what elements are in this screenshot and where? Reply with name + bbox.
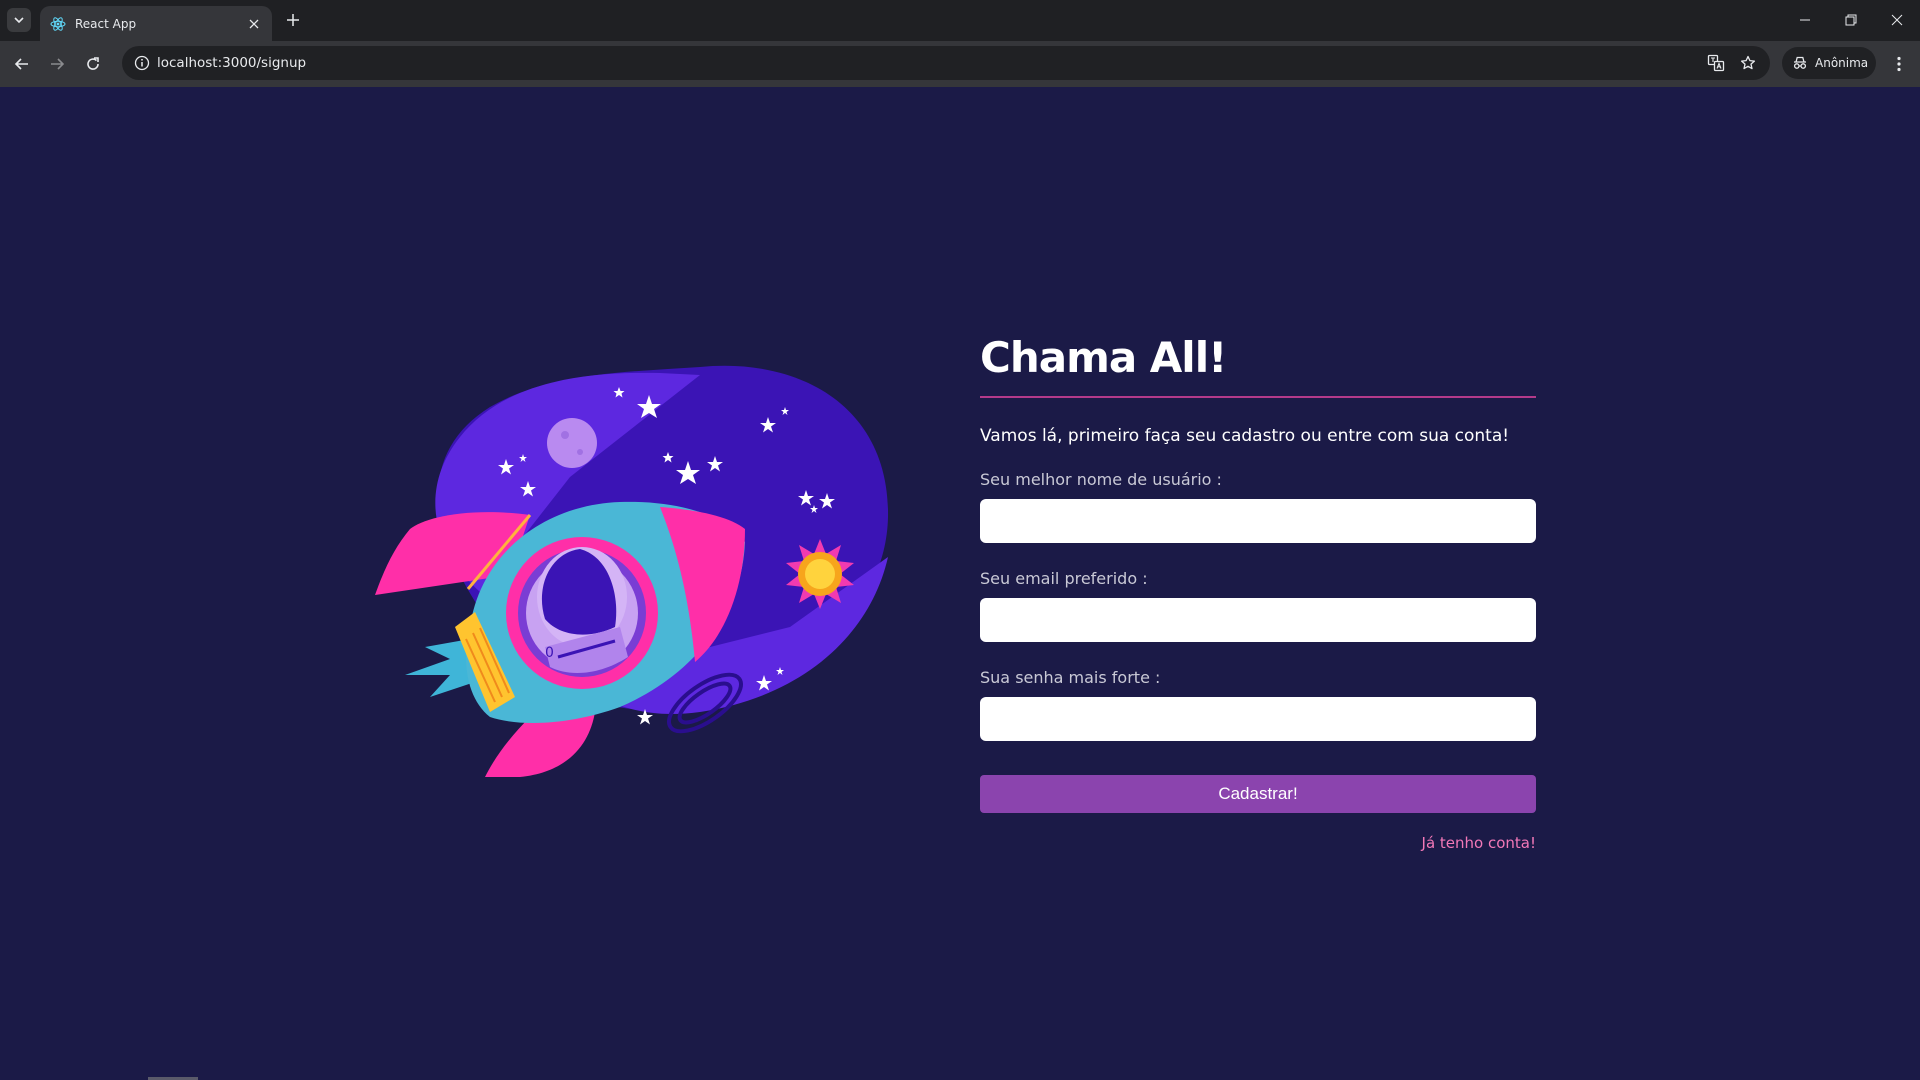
new-tab-button[interactable] [282, 9, 304, 31]
close-icon [249, 19, 259, 28]
site-info-button[interactable] [130, 51, 154, 75]
password-input[interactable] [980, 697, 1536, 741]
title-divider [980, 396, 1536, 398]
svg-text:0: 0 [545, 645, 554, 661]
bookmark-button[interactable] [1736, 51, 1760, 75]
profile-button[interactable]: Anônima [1782, 47, 1876, 79]
close-icon [1891, 14, 1903, 26]
profile-label: Anônima [1815, 56, 1869, 70]
close-window-button[interactable] [1874, 0, 1920, 40]
browser-tabstrip: React App [0, 0, 1920, 41]
back-button[interactable] [9, 51, 35, 77]
login-link-row: Já tenho conta! [980, 833, 1536, 852]
chevron-down-icon [14, 17, 24, 24]
arrow-left-icon [14, 58, 28, 70]
tab-search-button[interactable] [7, 8, 31, 32]
tab-title: React App [75, 16, 137, 31]
reload-icon [87, 57, 99, 70]
browser-toolbar: localhost:3000/signup Anônima [0, 41, 1920, 87]
incognito-icon [1793, 56, 1807, 69]
username-label: Seu melhor nome de usuário : [980, 470, 1222, 489]
translate-button[interactable] [1704, 51, 1728, 75]
url-text: localhost:3000/signup [157, 55, 307, 71]
email-input[interactable] [980, 598, 1536, 642]
browser-menu-button[interactable] [1886, 51, 1912, 77]
signup-button[interactable]: Cadastrar! [980, 775, 1536, 813]
react-icon [50, 16, 66, 32]
info-icon [134, 55, 150, 71]
signup-form: Chama All! Vamos lá, primeiro faça seu c… [980, 332, 1536, 852]
restore-button[interactable] [1828, 0, 1874, 40]
restore-icon [1845, 14, 1857, 26]
plus-icon [287, 14, 299, 26]
browser-tab[interactable]: React App [40, 6, 272, 41]
star-icon [1740, 55, 1756, 70]
signup-page: 0 Chama All! Vamos lá, primeiro faça seu… [0, 87, 1920, 1080]
minimize-button[interactable] [1782, 0, 1828, 40]
password-label: Sua senha mais forte : [980, 668, 1161, 687]
forward-button[interactable] [44, 51, 70, 77]
signup-subtitle: Vamos lá, primeiro faça seu cadastro ou … [980, 426, 1510, 446]
more-vertical-icon [1897, 56, 1901, 72]
username-input[interactable] [980, 499, 1536, 543]
translate-icon [1707, 54, 1725, 72]
minimize-icon [1800, 19, 1810, 21]
arrow-right-icon [51, 58, 65, 70]
login-link[interactable]: Já tenho conta! [1422, 834, 1536, 852]
page-title: Chama All! [980, 333, 1227, 382]
tab-close-button[interactable] [246, 16, 262, 32]
address-bar[interactable]: localhost:3000/signup [122, 46, 1770, 80]
rocket-illustration: 0 [375, 365, 889, 777]
reload-button[interactable] [80, 51, 106, 77]
email-label: Seu email preferido : [980, 569, 1148, 588]
